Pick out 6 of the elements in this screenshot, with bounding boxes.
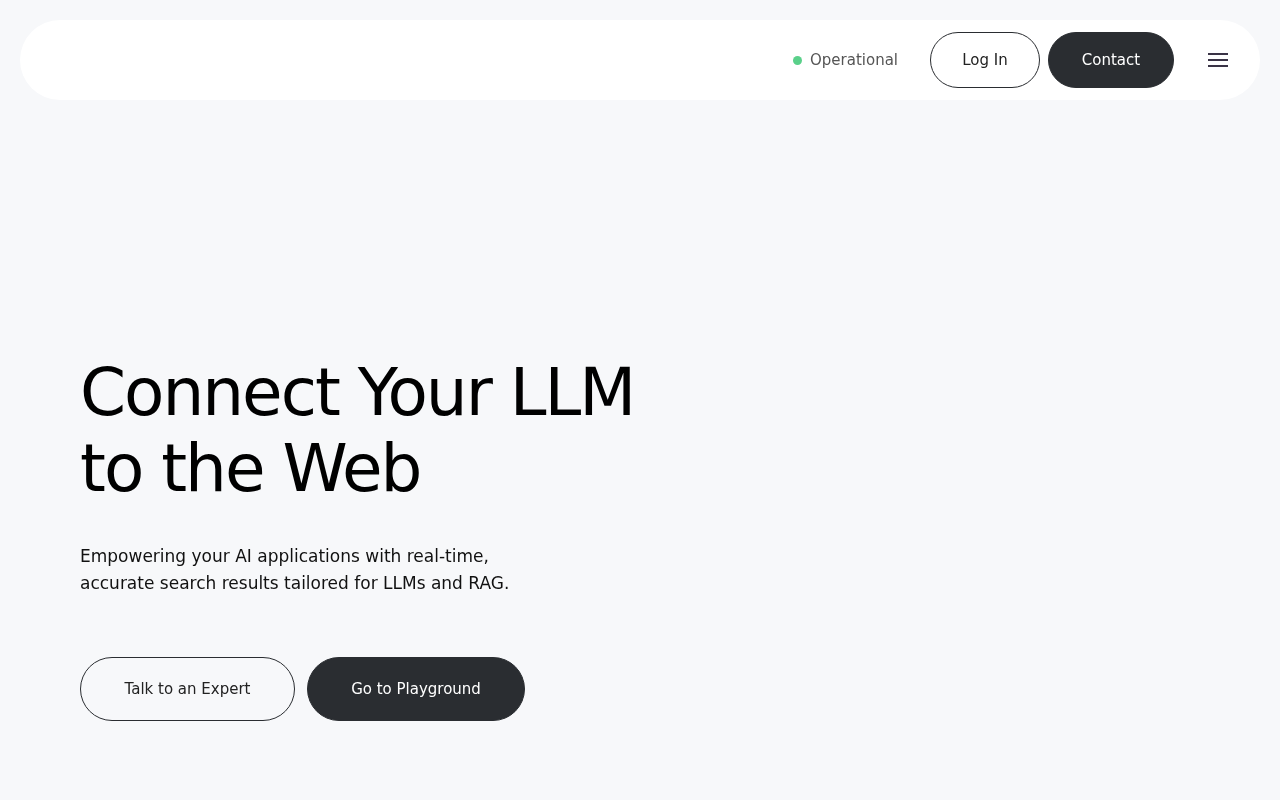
hero-subtitle: Empowering your AI applications with real-time, accurate search results tailored for LLMs and RAG. — [80, 545, 511, 595]
playground-button[interactable]: Go to Playground — [307, 657, 525, 721]
status-label: Operational — [810, 51, 898, 69]
hero-heading: Connect Your LLM to the Web — [80, 355, 636, 507]
menu-icon[interactable] — [1208, 53, 1228, 67]
contact-button[interactable]: Contact — [1048, 32, 1174, 88]
